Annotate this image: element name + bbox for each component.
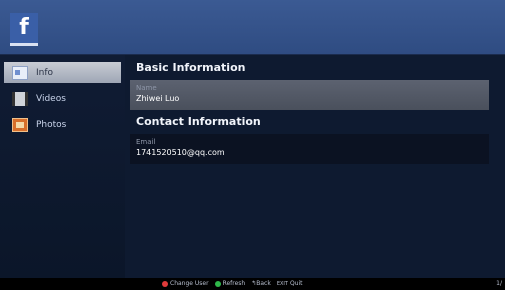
quit-label: Quit xyxy=(289,280,303,287)
sidebar-item-label: Videos xyxy=(36,93,66,104)
change-user-label: Change User xyxy=(170,280,209,287)
facebook-logo-icon: f xyxy=(10,13,38,46)
email-value: 1741520510@qq.com xyxy=(136,148,225,157)
quit-hint[interactable]: EXIT Quit xyxy=(277,278,303,290)
name-label: Name xyxy=(136,84,157,92)
sidebar-item-info[interactable]: Info xyxy=(4,62,121,83)
key-legend: Change User Refresh ↰Back EXIT Quit xyxy=(162,278,303,290)
info-icon xyxy=(12,65,28,80)
basic-information-heading: Basic Information xyxy=(136,61,246,74)
video-icon xyxy=(12,91,28,106)
refresh-label: Refresh xyxy=(222,280,246,287)
red-key-icon xyxy=(162,280,168,287)
sidebar-item-label: Info xyxy=(36,67,54,78)
sidebar-item-videos[interactable]: Videos xyxy=(4,88,121,109)
footer-bar: Change User Refresh ↰Back EXIT Quit 1/ xyxy=(0,278,505,290)
refresh-hint[interactable]: Refresh xyxy=(214,278,246,290)
change-user-hint[interactable]: Change User xyxy=(162,278,209,290)
contact-information-heading: Contact Information xyxy=(136,115,261,128)
name-field[interactable]: Name Zhiwei Luo xyxy=(130,80,489,110)
app-header: f xyxy=(0,0,505,55)
main-content: Basic Information Name Zhiwei Luo Contac… xyxy=(130,55,495,278)
green-key-icon xyxy=(214,280,221,287)
email-label: Email xyxy=(136,138,156,146)
sidebar-item-label: Photos xyxy=(36,119,67,130)
photo-icon xyxy=(12,117,28,132)
page-indicator: 1/ xyxy=(496,280,502,287)
name-value: Zhiwei Luo xyxy=(136,94,180,103)
back-hint[interactable]: ↰Back xyxy=(251,278,271,290)
back-label: Back xyxy=(256,280,271,287)
email-field[interactable]: Email 1741520510@qq.com xyxy=(130,134,489,164)
exit-key-icon: EXIT xyxy=(276,281,288,287)
sidebar-item-photos[interactable]: Photos xyxy=(4,114,121,135)
sidebar: Info Videos Photos xyxy=(0,55,125,278)
